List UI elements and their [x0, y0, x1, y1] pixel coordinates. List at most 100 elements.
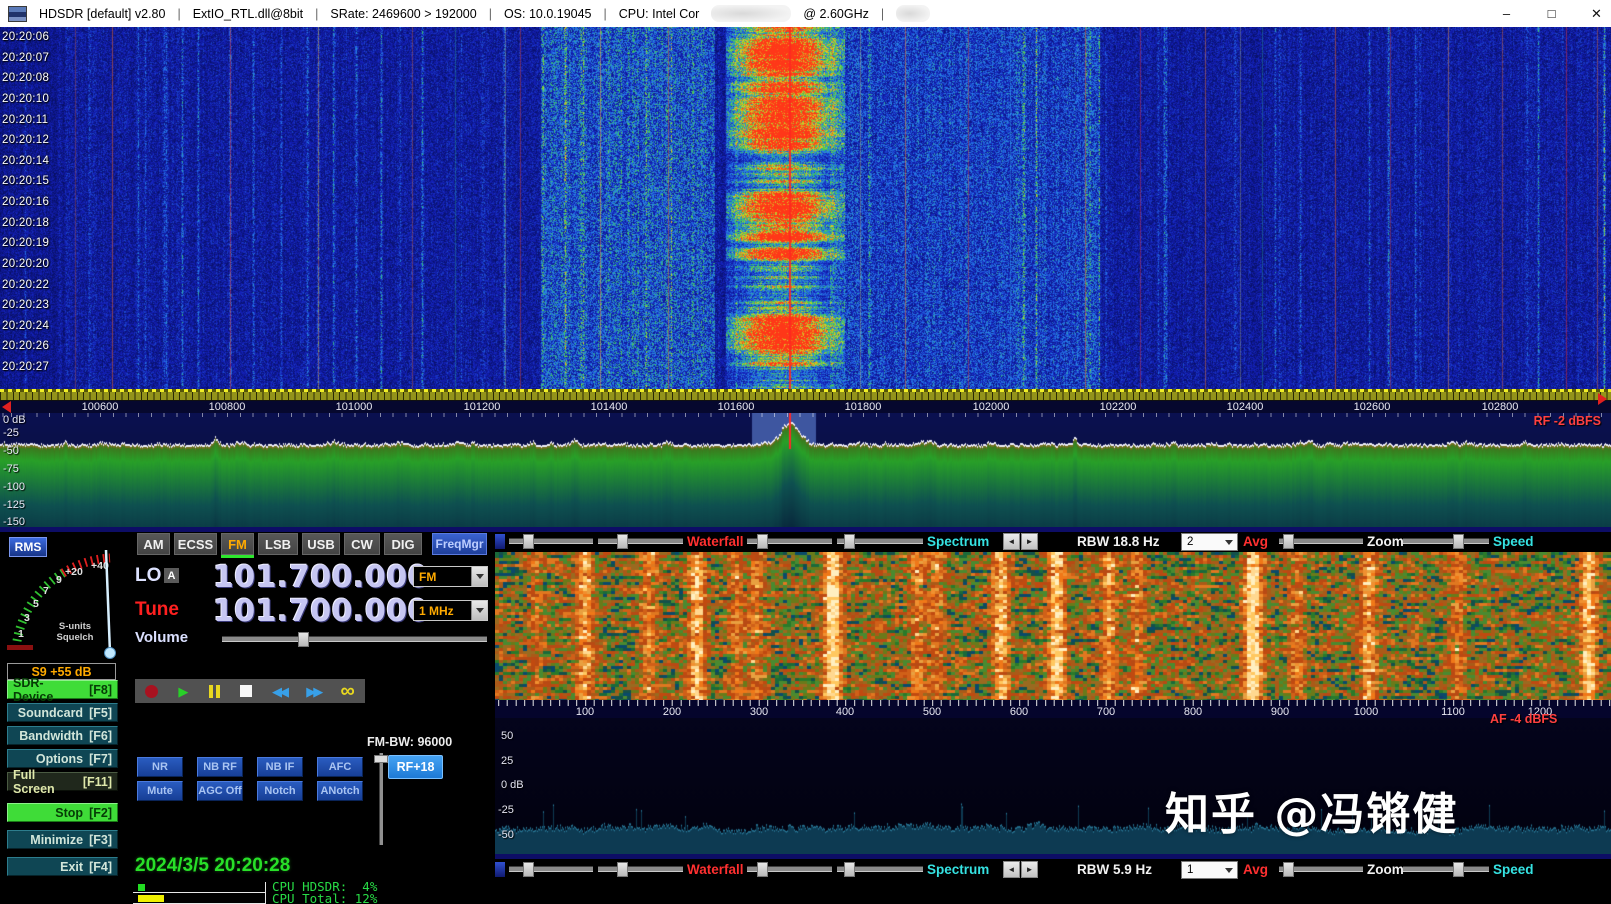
af-bottom-control-bar: Waterfall Spectrum ◄ ► RBW 5.9 Hz 1 Avg …: [495, 860, 1611, 880]
lo-mode-dropdown[interactable]: FM: [413, 566, 488, 587]
notch-button[interactable]: Notch: [257, 781, 303, 801]
slider-thumb[interactable]: [523, 534, 534, 549]
mute-button[interactable]: Mute: [137, 781, 183, 801]
spectrum-scroll-left-icon[interactable]: ◄: [1003, 533, 1020, 550]
squelch-marker[interactable]: [7, 645, 33, 650]
speed-slider[interactable]: [1403, 862, 1489, 878]
slider-thumb[interactable]: [1283, 534, 1294, 549]
slider-thumb[interactable]: [757, 534, 768, 549]
rf-waterfall-display[interactable]: [0, 27, 1611, 389]
soundcard-button[interactable]: Soundcard [F5]: [7, 703, 118, 722]
mode-dig[interactable]: DIG: [384, 533, 422, 555]
nb-if-button[interactable]: NB IF: [257, 757, 303, 777]
rms-toggle[interactable]: RMS: [9, 537, 47, 557]
rf-spectrum-display[interactable]: [0, 413, 1611, 527]
speed-slider[interactable]: [1403, 534, 1489, 550]
tune-step-dropdown[interactable]: 1 MHz: [413, 600, 488, 621]
waterfall-timestamp: 20:20:26: [2, 340, 49, 352]
record-icon[interactable]: [145, 685, 158, 698]
spectrum-scroll-right-icon[interactable]: ►: [1021, 861, 1038, 878]
slider-thumb[interactable]: [1453, 862, 1464, 877]
stop-button[interactable]: Stop [F2]: [7, 803, 118, 822]
slider-track[interactable]: [509, 866, 593, 872]
loop-icon[interactable]: ∞: [341, 681, 355, 701]
pause-icon[interactable]: [209, 685, 220, 698]
slider-track[interactable]: [598, 866, 683, 872]
slider-thumb[interactable]: [844, 862, 855, 877]
mode-usb[interactable]: USB: [302, 533, 340, 555]
avg-dropdown[interactable]: 2: [1181, 533, 1238, 551]
fm-bandwidth-slider-track[interactable]: [379, 753, 383, 845]
stop-icon[interactable]: [240, 685, 252, 697]
spectrum-lower-slider[interactable]: [837, 862, 923, 878]
slider-thumb[interactable]: [1453, 534, 1464, 549]
spectrum-scroll-left-icon[interactable]: ◄: [1003, 861, 1020, 878]
slider-track[interactable]: [598, 538, 683, 544]
slider-track[interactable]: [1403, 538, 1489, 544]
mode-lsb[interactable]: LSB: [258, 533, 298, 555]
frequency-scale[interactable]: 100600 100800 101000 101200 101400 10160…: [0, 401, 1611, 413]
splitter-handle[interactable]: [495, 862, 505, 877]
af-waterfall-display[interactable]: [495, 552, 1611, 700]
play-icon[interactable]: ▶: [178, 685, 188, 698]
waterfall-timestamp: 20:20:27: [2, 361, 49, 373]
zoom-slider[interactable]: [1279, 534, 1363, 550]
options-button[interactable]: Options [F7]: [7, 749, 118, 768]
mode-ecss[interactable]: ECSS: [174, 533, 217, 555]
af-frequency-scale[interactable]: 100 200 300 400 500 600 700 800 900 1000…: [495, 700, 1611, 718]
slider-track[interactable]: [509, 538, 593, 544]
waterfall-brightness-slider[interactable]: [509, 534, 593, 550]
title-separator: |: [604, 7, 607, 21]
nr-button[interactable]: NR: [137, 757, 183, 777]
lo-lock-badge[interactable]: A: [164, 568, 179, 583]
waterfall-contrast-slider[interactable]: [598, 534, 683, 550]
maximize-button[interactable]: □: [1529, 0, 1574, 27]
mode-cw[interactable]: CW: [344, 533, 380, 555]
volume-slider[interactable]: [222, 632, 487, 645]
scale-scroll-left-icon[interactable]: [2, 401, 11, 413]
splitter-handle[interactable]: [495, 534, 505, 549]
chevron-down-icon[interactable]: [471, 567, 487, 586]
slider-track[interactable]: [1403, 866, 1489, 872]
freqmgr-button[interactable]: FreqMgr: [432, 533, 487, 555]
tune-frequency-display[interactable]: 101.700.000: [213, 594, 409, 629]
fullscreen-button[interactable]: Full Screen [F11]: [7, 772, 118, 791]
spectrum-lower-slider[interactable]: [837, 534, 923, 550]
waterfall-contrast-slider[interactable]: [598, 862, 683, 878]
sdr-device-button[interactable]: SDR-Device [F8]: [7, 680, 118, 699]
close-button[interactable]: ✕: [1574, 0, 1611, 27]
chevron-down-icon[interactable]: [471, 601, 487, 620]
fast-forward-icon[interactable]: ▶▶: [306, 685, 320, 698]
frequency-ruler[interactable]: [0, 389, 1611, 401]
rf-spectrum-minor-ticks: [0, 413, 1611, 417]
afc-button[interactable]: AFC: [317, 757, 363, 777]
volume-slider-thumb[interactable]: [298, 632, 309, 647]
exit-button[interactable]: Exit [F4]: [7, 857, 118, 876]
slider-thumb[interactable]: [844, 534, 855, 549]
slider-thumb[interactable]: [617, 534, 628, 549]
anotch-button[interactable]: ANotch: [317, 781, 363, 801]
mode-am[interactable]: AM: [137, 533, 170, 555]
spectrum-scroll-right-icon[interactable]: ►: [1021, 533, 1038, 550]
slider-thumb[interactable]: [523, 862, 534, 877]
rf-gain-button[interactable]: RF+18: [388, 755, 443, 779]
agc-button[interactable]: AGC Off: [197, 781, 243, 801]
nb-rf-button[interactable]: NB RF: [197, 757, 243, 777]
slider-thumb[interactable]: [1283, 862, 1294, 877]
volume-slider-track[interactable]: [222, 636, 487, 642]
lo-frequency-display[interactable]: 101.700.000: [213, 560, 409, 595]
minimize-app-button[interactable]: Minimize [F3]: [7, 830, 118, 849]
fm-bandwidth-slider-thumb[interactable]: [374, 755, 388, 763]
avg-dropdown[interactable]: 1: [1181, 861, 1238, 879]
slider-thumb[interactable]: [757, 862, 768, 877]
zoom-slider[interactable]: [1279, 862, 1363, 878]
minimize-button[interactable]: –: [1484, 0, 1529, 27]
spectrum-upper-slider[interactable]: [747, 534, 832, 550]
bandwidth-button[interactable]: Bandwidth [F6]: [7, 726, 118, 745]
spectrum-upper-slider[interactable]: [747, 862, 832, 878]
slider-thumb[interactable]: [617, 862, 628, 877]
mode-fm[interactable]: FM: [221, 533, 254, 555]
waterfall-brightness-slider[interactable]: [509, 862, 593, 878]
rewind-icon[interactable]: ◀◀: [272, 685, 286, 698]
scale-scroll-right-icon[interactable]: [1598, 393, 1607, 405]
